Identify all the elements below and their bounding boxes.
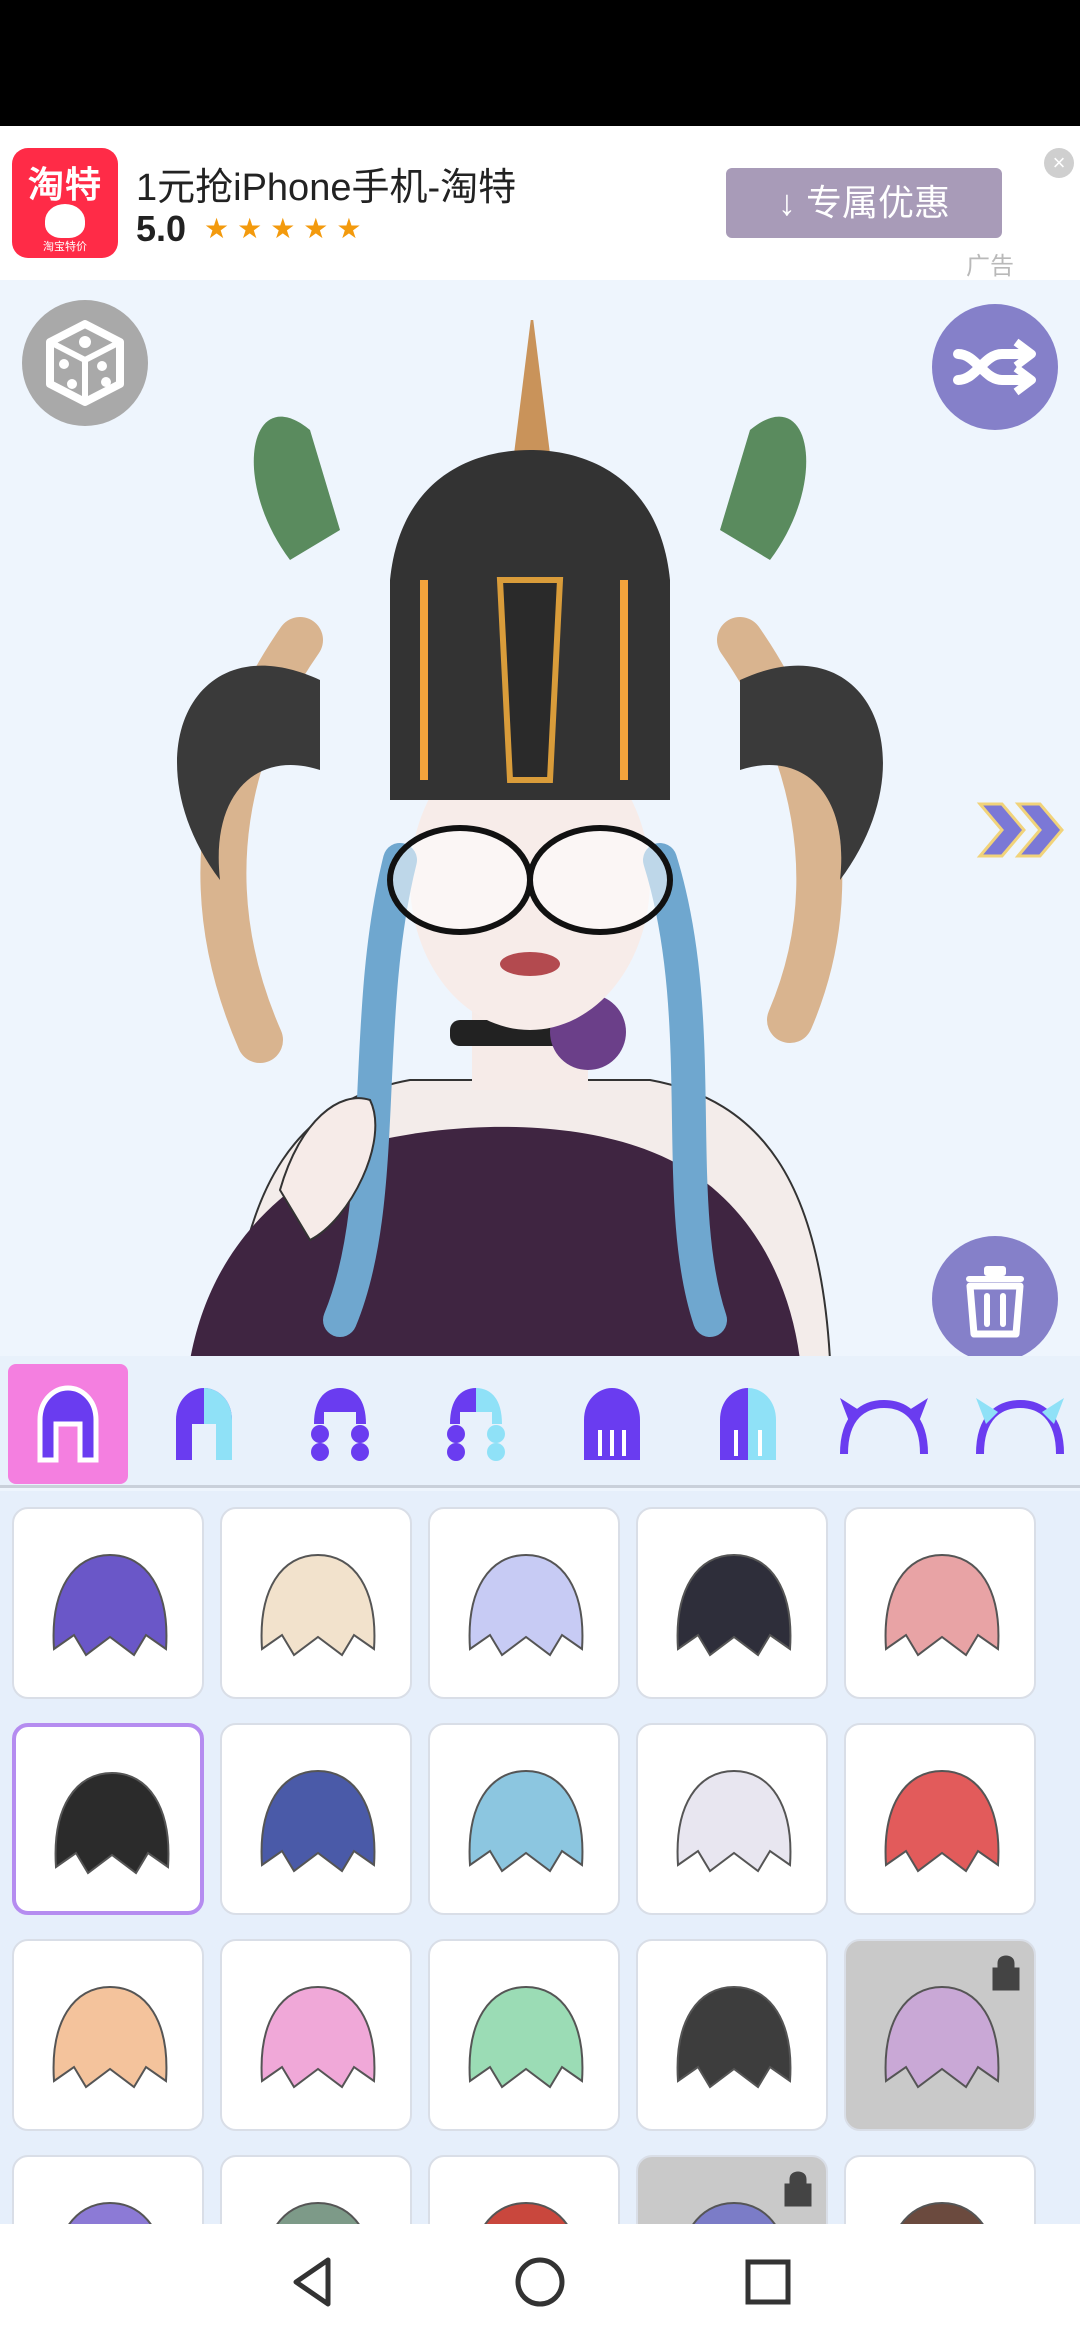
tab-horns-2[interactable] <box>960 1364 1080 1484</box>
hair-thumbnail-icon <box>468 1553 584 1657</box>
tab-hair-long-2[interactable] <box>688 1364 808 1484</box>
ad-close-icon[interactable]: × <box>1044 148 1074 178</box>
hair-thumbnail-icon <box>260 1769 376 1873</box>
back-icon[interactable] <box>282 2252 342 2312</box>
dice-icon <box>46 320 124 406</box>
tab-horns[interactable] <box>824 1364 944 1484</box>
hair-item-hair-peach[interactable] <box>12 1939 204 2131</box>
recents-icon[interactable] <box>738 2252 798 2312</box>
delete-button[interactable] <box>932 1236 1058 1356</box>
hair-thumbnail-icon <box>54 1771 170 1875</box>
double-chevron-right-icon <box>976 802 1064 858</box>
hair-front-2-icon <box>176 1388 232 1460</box>
hair-braids-icon <box>311 1388 369 1461</box>
next-category-button[interactable] <box>972 790 1072 870</box>
hair-item-hair-indigo-locked[interactable] <box>636 2155 828 2224</box>
hair-item-hair-brown[interactable] <box>844 2155 1036 2224</box>
lock-icon <box>784 2171 812 2207</box>
hair-thumbnail-icon <box>52 1553 168 1657</box>
hair-item-hair-cream[interactable] <box>220 1507 412 1699</box>
tab-hair-front[interactable] <box>8 1364 128 1484</box>
logo-text: 淘特 <box>27 164 102 205</box>
tab-hair-front-2[interactable] <box>144 1364 264 1484</box>
hair-item-grid <box>0 1491 1080 2224</box>
hair-thumbnail-icon <box>68 2201 152 2224</box>
home-icon[interactable] <box>510 2252 570 2312</box>
trash-icon <box>966 1266 1024 1338</box>
hair-item-hair-lavender[interactable] <box>428 1507 620 1699</box>
hair-item-hair-white[interactable] <box>636 1723 828 1915</box>
ad-title[interactable]: 1元抢iPhone手机-淘特 <box>136 156 516 211</box>
hair-item-hair-sage[interactable] <box>220 2155 412 2224</box>
tab-hair-long[interactable] <box>552 1364 672 1484</box>
logo-subtext: 淘宝特价 <box>43 241 87 253</box>
shuffle-button[interactable] <box>932 304 1058 430</box>
hair-thumbnail-icon <box>900 2201 984 2224</box>
rating-stars: ★★★★★ <box>204 213 370 244</box>
hair-item-hair-crimson[interactable] <box>428 2155 620 2224</box>
status-bar <box>0 0 1080 126</box>
hair-thumbnail-icon <box>676 1769 792 1873</box>
hair-item-hair-mint[interactable] <box>428 1939 620 2131</box>
hair-thumbnail-icon <box>884 1553 1000 1657</box>
category-tabs <box>0 1356 1080 1488</box>
character-illustration <box>177 320 883 1356</box>
hair-thumbnail-icon <box>676 1985 792 2089</box>
hair-thumbnail-icon <box>260 1553 376 1657</box>
hair-item-hair-pink[interactable] <box>844 1507 1036 1699</box>
hair-front-icon <box>37 1385 99 1463</box>
lock-icon <box>992 1955 1020 1991</box>
bunny-icon <box>45 204 85 238</box>
hair-item-hair-pink-ahoge[interactable] <box>220 1939 412 2131</box>
tab-hair-braids-2[interactable] <box>416 1364 536 1484</box>
hair-thumbnail-icon <box>468 1985 584 2089</box>
horns-icon <box>840 1398 928 1455</box>
ad-rating: 5.0 <box>136 208 187 249</box>
hair-item-hair-red[interactable] <box>844 1723 1036 1915</box>
hair-thumbnail-icon <box>884 1955 1020 2089</box>
exclusive-offer-button[interactable]: ↓ 专属优惠 <box>726 168 1002 238</box>
horns-2-icon <box>976 1398 1064 1455</box>
hair-thumbnail-icon <box>692 2171 812 2224</box>
tab-hair-braids[interactable] <box>280 1364 400 1484</box>
hair-item-hair-purple[interactable] <box>12 1507 204 1699</box>
hair-item-hair-lilac-locked[interactable] <box>844 1939 1036 2131</box>
hair-thumbnail-icon <box>484 2201 568 2224</box>
shuffle-icon <box>953 338 1036 396</box>
hair-thumbnail-icon <box>676 1553 792 1657</box>
hair-thumbnail-icon <box>468 1769 584 1873</box>
hair-item-hair-navy[interactable] <box>220 1723 412 1915</box>
hair-long-icon <box>584 1388 640 1460</box>
hair-item-hair-dark-gray[interactable] <box>636 1939 828 2131</box>
hair-item-hair-violet[interactable] <box>12 2155 204 2224</box>
hair-thumbnail-icon <box>276 2201 360 2224</box>
taote-app-logo[interactable]: 淘特 淘宝特价 <box>12 148 118 258</box>
hair-long-2-icon <box>720 1388 776 1460</box>
ad-banner[interactable]: 淘特 淘宝特价 1元抢iPhone手机-淘特 5.0 ★★★★★ ↓ 专属优惠 … <box>0 126 1080 280</box>
character-stage <box>0 280 1080 1356</box>
ad-tag: 广告 <box>966 253 1014 280</box>
hair-thumbnail-icon <box>260 1985 376 2089</box>
hair-thumbnail-icon <box>52 1985 168 2089</box>
hair-braids-2-icon <box>447 1388 505 1461</box>
hair-thumbnail-icon <box>884 1769 1000 1873</box>
random-dice-button[interactable] <box>22 300 148 426</box>
hair-item-hair-black-orange[interactable] <box>12 1723 204 1915</box>
hair-item-hair-skyblue[interactable] <box>428 1723 620 1915</box>
system-nav-bar <box>0 2224 1080 2340</box>
hair-item-hair-black-white[interactable] <box>636 1507 828 1699</box>
